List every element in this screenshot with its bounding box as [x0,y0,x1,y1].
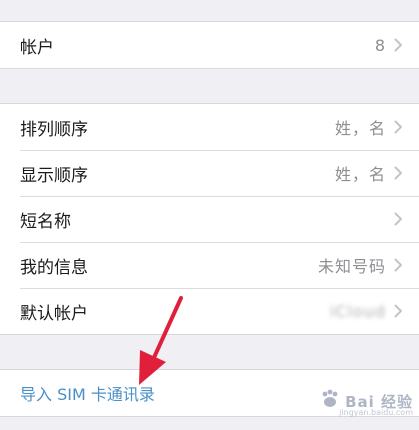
chevron-right-icon [394,212,403,226]
display-order-label: 显示顺序 [20,165,88,186]
short-name-label: 短名称 [20,211,71,232]
chevron-right-icon [394,304,403,318]
display-order-value: 姓，名 [334,165,386,184]
default-account-value: iCloud [329,301,386,321]
chevron-right-icon [394,120,403,134]
import-sim-button[interactable]: 导入 SIM 卡通讯录 [20,381,155,405]
my-info-value: 未知号码 [317,257,386,276]
default-account-row[interactable]: 默认帐户 iCloud [0,288,419,334]
my-info-label: 我的信息 [20,257,88,278]
accounts-row[interactable]: 帐户 8 [0,22,419,68]
accounts-count: 8 [374,35,386,55]
chevron-right-icon [394,166,403,180]
sort-order-value: 姓，名 [334,119,386,138]
sort-order-row[interactable]: 排列顺序 姓，名 [0,104,419,150]
sort-order-label: 排列顺序 [20,119,88,140]
chevron-right-icon [394,258,403,272]
paw-icon [319,388,341,414]
section-spacer [0,69,419,103]
my-info-row[interactable]: 我的信息 未知号码 [0,242,419,288]
default-account-label: 默认帐户 [20,303,88,324]
contacts-settings-group: 排列顺序 姓，名 显示顺序 姓，名 短名称 我的信息 未知号码 默认帐户 iCl… [0,103,419,335]
top-spacer [0,0,419,21]
chevron-right-icon [394,38,403,52]
watermark-url: jingyan.baidu.com [339,408,413,417]
accounts-label: 帐户 [20,37,54,58]
short-name-row[interactable]: 短名称 [0,196,419,242]
baidu-watermark: Bai 经验 jingyan.baidu.com [319,388,413,417]
settings-page: 帐户 8 排列顺序 姓，名 显示顺序 姓，名 短名称 我的信息 未知号码 默认帐… [0,0,419,417]
display-order-row[interactable]: 显示顺序 姓，名 [0,150,419,196]
accounts-group: 帐户 8 [0,21,419,69]
section-spacer [0,335,419,369]
